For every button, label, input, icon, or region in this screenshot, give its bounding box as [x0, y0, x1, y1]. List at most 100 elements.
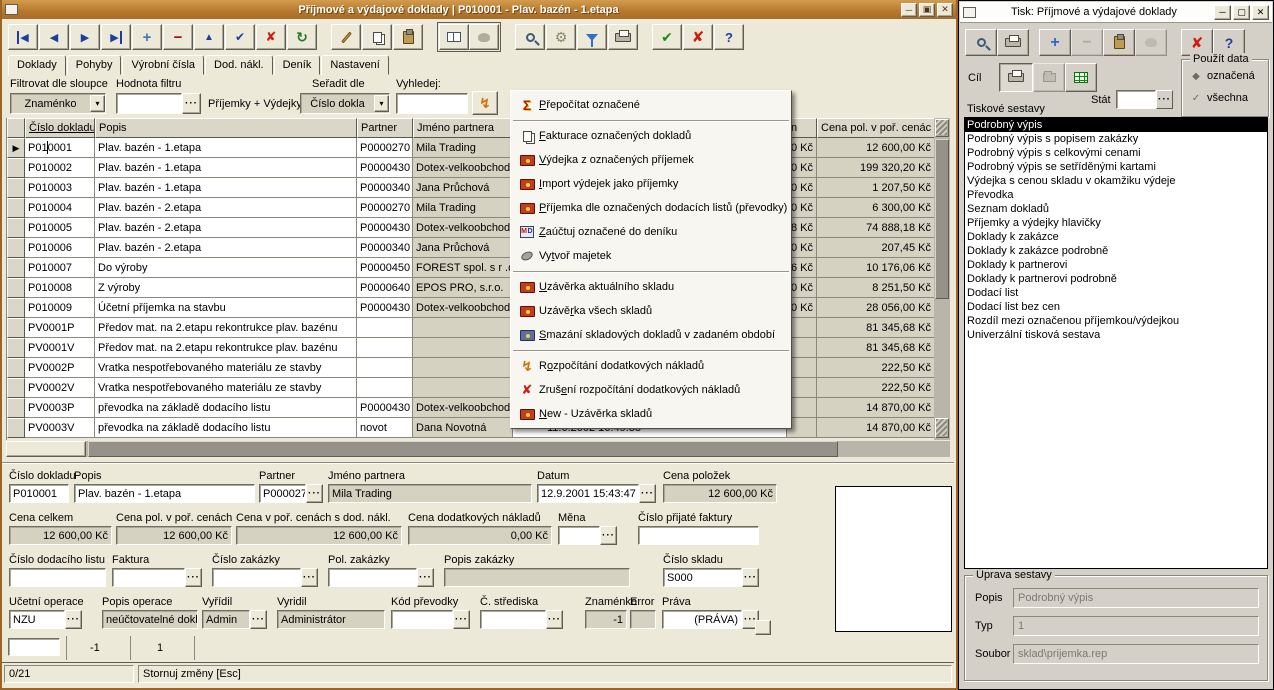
- print-help-button[interactable]: ?: [1213, 29, 1245, 56]
- table-row[interactable]: P010005Plav. bazén - 2.etapaP0000430Dote…: [7, 218, 934, 238]
- filter-button[interactable]: [577, 24, 607, 50]
- tab-dod-n-kl-[interactable]: Dod. nákl.: [205, 55, 273, 75]
- pol-zakazky-ellipsis-button[interactable]: ···: [417, 568, 434, 587]
- datum-field[interactable]: 12.9.2001 15:43:47: [537, 484, 639, 503]
- c-strediska-field[interactable]: [480, 610, 546, 629]
- remove-report-button[interactable]: −: [1071, 29, 1103, 56]
- column-header-popis[interactable]: Popis: [95, 118, 357, 138]
- cislo-zakazky-field[interactable]: [212, 568, 301, 587]
- last-record-button[interactable]: ▶: [101, 24, 131, 50]
- ucetni-operace-ellipsis-button[interactable]: ···: [65, 610, 82, 629]
- cislo-skladu-field[interactable]: S000: [663, 568, 742, 587]
- stat-input[interactable]: [1116, 90, 1156, 109]
- menu-item-p-epo-tat-ozna-en-[interactable]: ΣPřepočítat označené: [511, 93, 791, 117]
- table-row[interactable]: P010009Účetní příjemka na stavbuP0000430…: [7, 298, 934, 318]
- refresh-button[interactable]: ↻: [287, 24, 317, 50]
- previous-record-button[interactable]: ◀: [39, 24, 69, 50]
- table-row[interactable]: PV0003Vpřevodka na základě dodacího list…: [7, 418, 934, 438]
- filter-value-ellipsis-button[interactable]: ···: [182, 93, 201, 114]
- tab-doklady[interactable]: Doklady: [8, 55, 66, 76]
- menu-item-import-v-dejek-jako-p-jemky[interactable]: Import výdejek jako příjemky: [511, 172, 791, 196]
- print-minimize-button[interactable]: ─: [1214, 5, 1231, 20]
- table-row[interactable]: P010008Z výrobyP0000640EPOS PRO, s.r.o.0…: [7, 278, 934, 298]
- hscroll-left-box[interactable]: [6, 441, 86, 457]
- copy-button[interactable]: [362, 24, 392, 50]
- report-item-dodac-list[interactable]: Dodací list: [965, 286, 1267, 300]
- menu-item-za-tuj-ozna-en-do-den-ku[interactable]: MDZaúčtuj označené do deníku: [511, 220, 791, 244]
- report-soubor-field[interactable]: sklad\prijemka.rep: [1013, 644, 1259, 664]
- report-item-v-dejka-s-cenou-skladu-v-okam-iku-v-deje[interactable]: Výdejka s cenou skladu v okamžiku výdeje: [965, 174, 1267, 188]
- edit-record-button[interactable]: ▲: [194, 24, 224, 50]
- menu-item-uz-v-rka-aktu-ln-ho-skladu[interactable]: Uzávěrka aktuálního skladu: [511, 275, 791, 299]
- table-row[interactable]: ▶P010001Plav. bazén - 1.etapaP0000270Mil…: [7, 138, 934, 158]
- report-item-podrobn-v-pis[interactable]: Podrobný výpis: [965, 118, 1267, 132]
- cislo-skladu-ellipsis-button[interactable]: ···: [742, 568, 759, 587]
- filter-column-combo[interactable]: Znaménko ▾: [10, 93, 106, 114]
- menu-item-zru-en-rozpo-t-n-dodatkov-ch-n-klad-[interactable]: ✘Zrušení rozpočítání dodatkových nákladů: [511, 378, 791, 402]
- cislo-faktury-field[interactable]: [638, 526, 759, 545]
- size-grip[interactable]: [755, 620, 771, 635]
- faktura-field[interactable]: [112, 568, 185, 587]
- tab-v-robn-sla[interactable]: Výrobní čísla: [122, 55, 204, 75]
- hscroll-thumb[interactable]: [88, 441, 838, 457]
- datum-ellipsis-button[interactable]: ···: [639, 484, 656, 503]
- report-item-univerz-ln-tiskov-sestava[interactable]: Univerzální tisková sestava: [965, 328, 1267, 342]
- report-item-p-jemky-a-v-dejky-hlavi-ky[interactable]: Příjemky a výdejky hlavičky: [965, 216, 1267, 230]
- view-alt-toggle[interactable]: [469, 24, 499, 50]
- table-row[interactable]: P010003Plav. bazén - 1.etapaP0000340Jana…: [7, 178, 934, 198]
- pin-button[interactable]: [331, 24, 361, 50]
- help-button[interactable]: ?: [714, 24, 744, 50]
- cislo-dl-field[interactable]: [9, 568, 106, 587]
- report-item-doklady-k-partnerovi-podrobn-[interactable]: Doklady k partnerovi podrobně: [965, 272, 1267, 286]
- partner-field[interactable]: P000027C: [259, 484, 306, 503]
- cancel-button[interactable]: ✘: [683, 24, 713, 50]
- view-book-toggle[interactable]: [439, 24, 469, 50]
- first-record-button[interactable]: ◀: [8, 24, 38, 50]
- print-preview-button[interactable]: [965, 29, 997, 56]
- tab-pohyby[interactable]: Pohyby: [67, 55, 122, 75]
- search-button[interactable]: [515, 24, 545, 50]
- tab-nastaven-[interactable]: Nastavení: [321, 55, 389, 75]
- report-item-podrobn-v-pis-s-popisem-zak-zky[interactable]: Podrobný výpis s popisem zakázky: [965, 132, 1267, 146]
- partner-ellipsis-button[interactable]: ···: [306, 484, 323, 503]
- table-vscrollbar[interactable]: [934, 118, 950, 440]
- print-cancel-button[interactable]: ✘: [1181, 29, 1213, 56]
- vyridil-ellipsis-button[interactable]: ···: [250, 610, 267, 629]
- report-item-rozd-l-mezi-ozna-enou-p-jemkou-v-dejkou[interactable]: Rozdíl mezi označenou příjemkou/výdejkou: [965, 314, 1267, 328]
- paste-button[interactable]: [393, 24, 423, 50]
- table-row[interactable]: PV0001PPředov mat. na 2.etapu rekontrukc…: [7, 318, 934, 338]
- report-item-p-evodka[interactable]: Převodka: [965, 188, 1267, 202]
- add-report-button[interactable]: +: [1039, 29, 1071, 56]
- c-strediska-ellipsis-button[interactable]: ···: [546, 610, 563, 629]
- menu-item-fakturace-ozna-en-ch-doklad-[interactable]: Fakturace označených dokladů: [511, 124, 791, 148]
- vscroll-up-grip[interactable]: [935, 119, 949, 137]
- ok-button[interactable]: ✔: [652, 24, 682, 50]
- mena-ellipsis-button[interactable]: ···: [600, 526, 617, 545]
- sort-combo[interactable]: Číslo dokla ▾: [300, 93, 390, 114]
- search-input[interactable]: [396, 93, 468, 114]
- combo-drop-icon[interactable]: ▾: [374, 95, 389, 112]
- pol-zakazky-field[interactable]: [328, 568, 417, 587]
- table-row[interactable]: PV0003Ppřevodka na základě dodacího list…: [7, 398, 934, 418]
- print-maximize-button[interactable]: ▢: [1233, 5, 1250, 20]
- menu-item-new-uz-v-rka-sklad-[interactable]: New - Uzávěrka skladů: [511, 402, 791, 426]
- kod-prevodky-field[interactable]: [391, 610, 453, 629]
- close-button[interactable]: ✕: [937, 3, 953, 17]
- table-row[interactable]: PV0002PVratka nespotřebovaného materiálu…: [7, 358, 934, 378]
- insert-record-button[interactable]: +: [132, 24, 162, 50]
- print-button[interactable]: [997, 29, 1029, 56]
- mena-field[interactable]: [558, 526, 600, 545]
- table-row[interactable]: PV0001VPředov mat. na 2.etapu rekontrukc…: [7, 338, 934, 358]
- copy-report-button[interactable]: [1103, 29, 1135, 56]
- report-popis-field[interactable]: Podrobný výpis: [1013, 588, 1259, 608]
- target-file-button[interactable]: [1033, 63, 1065, 92]
- cancel-record-button[interactable]: ✘: [256, 24, 286, 50]
- target-printer-button[interactable]: [999, 63, 1033, 92]
- table-row[interactable]: P010007Do výrobyP0000450FOREST spol. s r…: [7, 258, 934, 278]
- menu-item-vytvo-majetek[interactable]: Vytvoř majetek: [511, 244, 791, 268]
- cislo-zakazky-ellipsis-button[interactable]: ···: [301, 568, 318, 587]
- menu-item-rozpo-t-n-dodatkov-ch-n-klad-[interactable]: ↯Rozpočítání dodatkových nákladů: [511, 354, 791, 378]
- filter-value-input[interactable]: [116, 93, 182, 114]
- table-row[interactable]: PV0002VVratka nespotřebovaného materiálu…: [7, 378, 934, 398]
- report-item-seznam-doklad-[interactable]: Seznam dokladů: [965, 202, 1267, 216]
